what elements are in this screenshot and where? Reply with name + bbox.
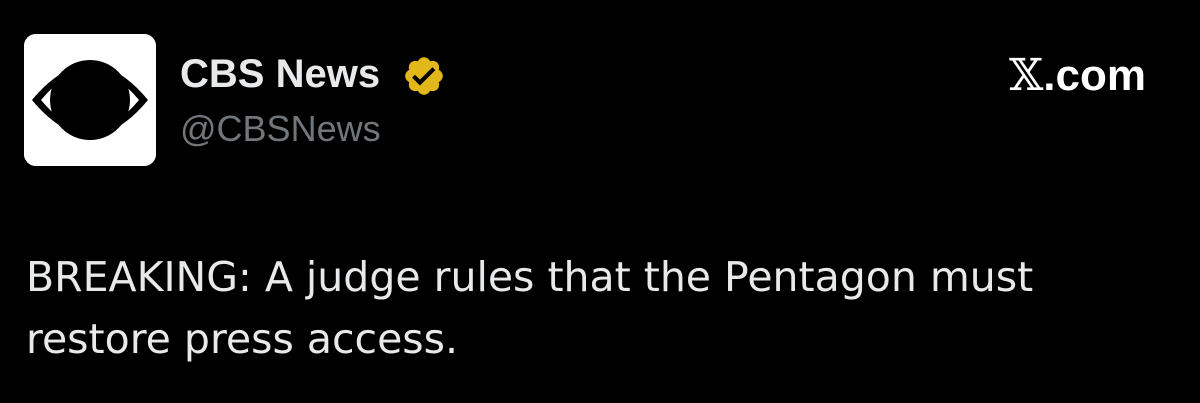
display-name[interactable]: CBS News (180, 50, 380, 98)
cbs-eye-logo-icon (24, 34, 156, 166)
verified-badge-icon (402, 54, 446, 98)
tweet-card: CBS News @CBSNews 𝕏.com BREAKING: A judg… (0, 0, 1200, 403)
tweet-text: BREAKING: A judge rules that the Pentago… (26, 253, 1034, 363)
account-handle[interactable]: @CBSNews (180, 107, 381, 151)
avatar[interactable] (24, 34, 156, 166)
source-site-suffix: .com (1043, 51, 1146, 100)
source-site-label: 𝕏.com (1009, 50, 1146, 102)
x-logo-icon: 𝕏 (1009, 50, 1044, 101)
